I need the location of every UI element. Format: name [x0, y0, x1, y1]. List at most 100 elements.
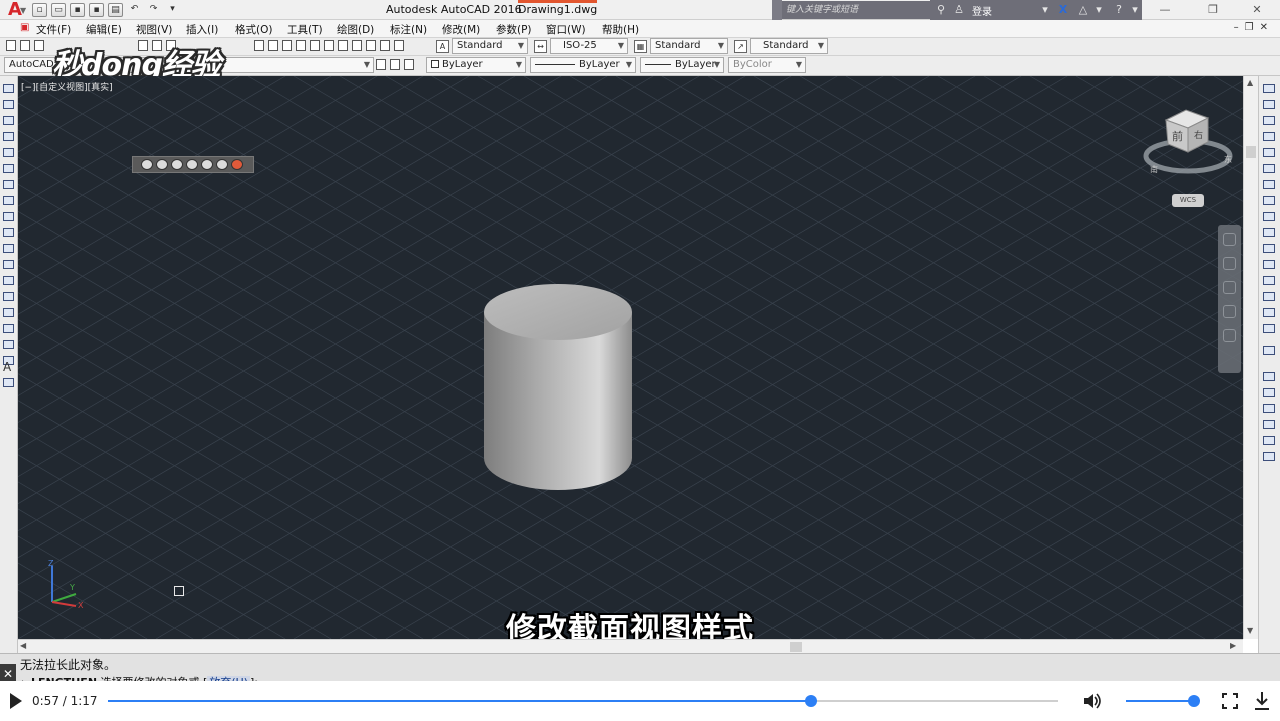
color-select[interactable]: ByLayer ▼ — [426, 57, 526, 73]
drawing-viewport[interactable]: [−][自定义视图][真实] 前 右 南 东 WCS Z Y X 修改截面视图样… — [18, 76, 1243, 639]
text-style-select[interactable]: Standard ▼ — [452, 38, 528, 54]
scroll-thumb[interactable] — [790, 642, 802, 652]
viewport-controls-label[interactable]: [−][自定义视图][真实] — [21, 80, 113, 93]
progress-bar[interactable] — [108, 695, 1058, 707]
scroll-thumb[interactable] — [1246, 146, 1256, 158]
break-icon[interactable] — [1263, 260, 1275, 269]
join-icon[interactable] — [1263, 276, 1275, 285]
save-as-icon[interactable]: ▪ — [89, 3, 104, 17]
region-icon[interactable] — [3, 340, 14, 349]
table-style-select[interactable]: Standard ▼ — [650, 38, 728, 54]
view-back-icon[interactable] — [216, 159, 228, 170]
layer-match-icon[interactable] — [404, 59, 414, 70]
cylinder-solid[interactable] — [482, 282, 634, 494]
dropdown-caret-icon[interactable]: ▾ — [1038, 3, 1052, 17]
tool-palettes-icon[interactable] — [338, 40, 348, 51]
scroll-left-icon[interactable]: ◀ — [20, 641, 26, 650]
viewcube[interactable]: 前 右 南 东 — [1142, 106, 1242, 192]
insert-block-icon[interactable] — [3, 260, 14, 269]
polygon-icon[interactable] — [3, 132, 14, 141]
view-iso-icon[interactable] — [231, 159, 243, 170]
showmotion-icon[interactable] — [1223, 329, 1236, 342]
scroll-down-icon[interactable]: ▼ — [1247, 626, 1253, 635]
layer-previous-icon[interactable] — [390, 59, 400, 70]
gradient-icon[interactable] — [3, 324, 14, 333]
mirror-icon[interactable] — [1263, 116, 1275, 125]
scale-icon[interactable] — [1263, 196, 1275, 205]
download-icon[interactable] — [1254, 691, 1270, 711]
document-window-controls[interactable]: –❐✕ — [1234, 22, 1274, 33]
vertical-scrollbar[interactable]: ▲ ▼ — [1243, 76, 1258, 639]
draworder-back-icon[interactable] — [1263, 388, 1275, 397]
view-right-icon[interactable] — [186, 159, 198, 170]
add-selected-icon[interactable] — [3, 378, 14, 387]
zoom-realtime-icon[interactable] — [268, 40, 278, 51]
redo-icon[interactable]: ↷ — [146, 3, 161, 17]
plot-style-select[interactable]: ByColor ▼ — [728, 57, 806, 73]
draworder-front-icon[interactable] — [1263, 372, 1275, 381]
viewcube-front-label[interactable]: 前 — [1172, 129, 1183, 143]
fullscreen-icon[interactable] — [1222, 693, 1238, 709]
sheet-set-icon[interactable] — [352, 40, 362, 51]
blend-icon[interactable] — [1263, 324, 1275, 333]
horizontal-scrollbar[interactable]: ◀ ▶ — [18, 639, 1243, 653]
close-button[interactable]: ✕ — [1234, 0, 1280, 20]
viewcube-right-label[interactable]: 右 — [1194, 129, 1203, 141]
binoculars-icon[interactable]: ⚲ — [934, 3, 948, 17]
dropdown-caret-icon[interactable]: ▾ — [1092, 3, 1106, 17]
linetype-select[interactable]: ByLayer ▼ — [530, 57, 636, 73]
menu-tools[interactable]: 工具(T) — [287, 22, 323, 37]
print-icon[interactable]: ▤ — [108, 3, 123, 17]
zoom-extents-icon[interactable] — [1223, 281, 1236, 294]
save-icon[interactable] — [34, 40, 44, 51]
menu-insert[interactable]: 插入(I) — [186, 22, 218, 37]
multiline-text-icon[interactable]: A — [3, 360, 11, 374]
help-icon[interactable]: ? — [1112, 3, 1126, 17]
multileader-style-select[interactable]: Standard ▼ — [750, 38, 828, 54]
compass-south-label[interactable]: 南 — [1150, 164, 1158, 174]
pan-icon[interactable] — [254, 40, 264, 51]
view-bottom-icon[interactable] — [156, 159, 168, 170]
menu-draw[interactable]: 绘图(D) — [337, 22, 374, 37]
rectangle-icon[interactable] — [3, 148, 14, 157]
extend-icon[interactable] — [1263, 244, 1275, 253]
line-icon[interactable] — [3, 84, 14, 93]
login-link[interactable]: 登录 — [972, 3, 992, 18]
ellipse-icon[interactable] — [3, 228, 14, 237]
copy-object-icon[interactable] — [1263, 100, 1275, 109]
scroll-right-icon[interactable]: ▶ — [1230, 641, 1236, 650]
trim-icon[interactable] — [1263, 228, 1275, 237]
properties-icon[interactable] — [310, 40, 320, 51]
move-icon[interactable] — [1263, 164, 1275, 173]
menu-window[interactable]: 窗口(W) — [546, 22, 586, 37]
pan-icon[interactable] — [1223, 257, 1236, 270]
arc-icon[interactable] — [3, 164, 14, 173]
search-input[interactable]: 键入关键字或短语 — [782, 1, 930, 19]
polyline-icon[interactable] — [3, 116, 14, 125]
view-top-icon[interactable] — [141, 159, 153, 170]
orbit-icon[interactable] — [1223, 305, 1236, 318]
steering-wheel-icon[interactable] — [1223, 233, 1236, 246]
maximize-button[interactable]: ❐ — [1190, 0, 1236, 20]
menu-view[interactable]: 视图(V) — [136, 22, 172, 37]
menu-dimension[interactable]: 标注(N) — [390, 22, 427, 37]
chamfer-icon[interactable] — [1263, 292, 1275, 301]
exchange-apps-icon[interactable]: X — [1056, 3, 1070, 17]
undo-icon[interactable]: ↶ — [127, 3, 142, 17]
menu-app-icon[interactable]: ▣ — [20, 22, 29, 33]
layer-state-icon[interactable] — [376, 59, 386, 70]
ellipse-arc-icon[interactable] — [3, 244, 14, 253]
draworder-under-icon[interactable] — [1263, 420, 1275, 429]
fillet-icon[interactable] — [1263, 308, 1275, 317]
stretch-icon[interactable] — [1263, 212, 1275, 221]
menu-file[interactable]: 文件(F) — [36, 22, 71, 37]
volume-icon[interactable] — [1082, 691, 1102, 711]
qat-customize-icon[interactable]: ▾ — [165, 3, 180, 17]
make-block-icon[interactable] — [3, 276, 14, 285]
lineweight-select[interactable]: ByLayer ▼ — [640, 57, 724, 73]
volume-handle[interactable] — [1188, 695, 1201, 707]
play-icon[interactable] — [10, 693, 22, 709]
explode-icon[interactable] — [1263, 346, 1275, 355]
save-icon[interactable]: ▪ — [70, 3, 85, 17]
point-icon[interactable] — [3, 292, 14, 301]
